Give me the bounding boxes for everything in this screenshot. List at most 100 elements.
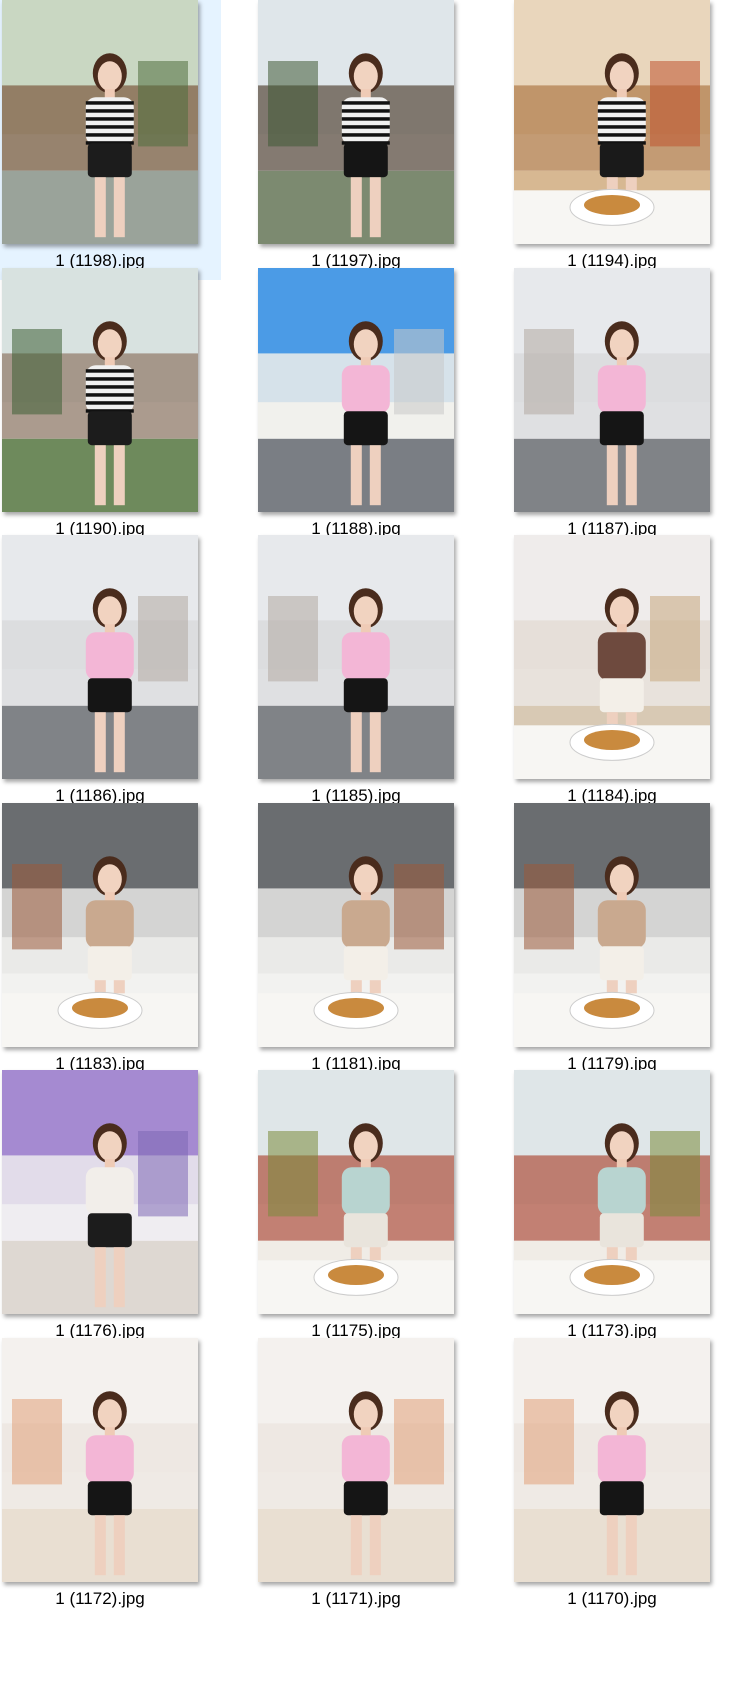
- person-leg: [606, 444, 618, 505]
- photo-preview: [514, 1070, 710, 1314]
- photo-scenery: [268, 1131, 318, 1217]
- food: [328, 997, 384, 1018]
- person-top: [341, 1434, 390, 1483]
- person-face: [97, 1131, 122, 1162]
- file-tile[interactable]: 1 (1185).jpg: [256, 535, 493, 815]
- person-leg: [625, 444, 637, 505]
- top-stripe: [85, 133, 134, 137]
- image-thumbnail[interactable]: [514, 802, 710, 1047]
- person-top: [341, 364, 390, 413]
- file-tile[interactable]: 1 (1172).jpg: [0, 1337, 237, 1618]
- file-tile[interactable]: 1 (1194).jpg: [512, 0, 749, 280]
- person-face: [97, 61, 122, 92]
- photo-scenery: [650, 596, 700, 682]
- person-leg: [350, 1514, 362, 1575]
- person-face: [353, 61, 378, 92]
- person-leg: [94, 1514, 106, 1575]
- person-face: [609, 61, 634, 92]
- photo-preview: [514, 535, 710, 779]
- photo-scenery: [138, 1131, 188, 1217]
- image-thumbnail[interactable]: [2, 267, 198, 512]
- photo-scenery: [524, 328, 574, 414]
- file-tile[interactable]: 1 (1171).jpg: [256, 1337, 493, 1618]
- person-face: [97, 596, 122, 627]
- file-tile[interactable]: 1 (1175).jpg: [256, 1070, 493, 1350]
- image-thumbnail[interactable]: [258, 1337, 454, 1582]
- food: [584, 997, 640, 1018]
- file-tile[interactable]: 1 (1188).jpg: [256, 267, 493, 548]
- person-face: [353, 328, 378, 359]
- food: [584, 194, 640, 215]
- file-tile[interactable]: 1 (1197).jpg: [256, 0, 493, 280]
- person-leg: [94, 444, 106, 505]
- file-thumbnail-grid: 1 (1198).jpg 1 (1197).jpg 1 (1194).jpg 1 (1…: [0, 0, 754, 1700]
- image-thumbnail[interactable]: [258, 1070, 454, 1314]
- image-thumbnail[interactable]: [514, 1070, 710, 1314]
- image-thumbnail[interactable]: [514, 1337, 710, 1582]
- photo-scenery: [138, 596, 188, 682]
- file-tile[interactable]: 1 (1183).jpg: [0, 802, 237, 1083]
- person-face: [609, 328, 634, 359]
- photo-scenery: [12, 328, 62, 414]
- file-tile[interactable]: 1 (1179).jpg: [512, 802, 749, 1083]
- image-thumbnail[interactable]: [2, 802, 198, 1047]
- top-stripe: [341, 117, 390, 121]
- file-tile[interactable]: 1 (1170).jpg: [512, 1337, 749, 1618]
- image-thumbnail[interactable]: [2, 1070, 198, 1314]
- image-thumbnail[interactable]: [2, 0, 198, 244]
- person-bottom: [87, 143, 132, 178]
- person-bottom: [343, 945, 388, 980]
- top-stripe: [85, 368, 134, 373]
- person-top: [597, 364, 646, 413]
- person-leg: [94, 712, 106, 773]
- image-thumbnail[interactable]: [514, 535, 710, 779]
- photo-scenery: [524, 1398, 574, 1484]
- image-thumbnail[interactable]: [2, 1337, 198, 1582]
- image-thumbnail[interactable]: [258, 802, 454, 1047]
- person-top: [341, 1167, 390, 1216]
- photo-scenery: [524, 863, 574, 949]
- top-stripe: [597, 109, 646, 113]
- image-thumbnail[interactable]: [2, 535, 198, 779]
- file-tile[interactable]: 1 (1190).jpg: [0, 267, 237, 548]
- file-tile[interactable]: 1 (1186).jpg: [0, 535, 237, 815]
- top-stripe: [597, 117, 646, 121]
- photo-scenery: [268, 61, 318, 147]
- photo-preview: [258, 267, 454, 512]
- image-thumbnail[interactable]: [258, 0, 454, 244]
- file-tile[interactable]: 1 (1181).jpg: [256, 802, 493, 1083]
- top-stripe: [341, 125, 390, 129]
- person-top: [597, 1434, 646, 1483]
- photo-preview: [258, 802, 454, 1047]
- file-tile[interactable]: 1 (1184).jpg: [512, 535, 749, 815]
- photo-preview: [2, 1337, 198, 1582]
- top-stripe: [85, 101, 134, 105]
- person-leg: [113, 712, 125, 773]
- person-leg: [94, 177, 106, 238]
- person-face: [353, 863, 378, 894]
- photo-preview: [258, 535, 454, 779]
- image-thumbnail[interactable]: [258, 535, 454, 779]
- person-face: [353, 1131, 378, 1162]
- person-bottom: [599, 945, 644, 980]
- photo-preview: [258, 1070, 454, 1314]
- person-bottom: [87, 678, 132, 713]
- file-tile[interactable]: 1 (1173).jpg: [512, 1070, 749, 1350]
- image-thumbnail[interactable]: [514, 267, 710, 512]
- image-thumbnail[interactable]: [258, 267, 454, 512]
- person-bottom: [343, 1213, 388, 1248]
- file-tile[interactable]: 1 (1176).jpg: [0, 1070, 237, 1350]
- person-face: [97, 1398, 122, 1429]
- file-tile[interactable]: 1 (1187).jpg: [512, 267, 749, 548]
- person-bottom: [87, 410, 132, 445]
- food: [328, 1264, 384, 1285]
- top-stripe: [85, 400, 134, 405]
- person-bottom: [343, 143, 388, 178]
- person-bottom: [599, 143, 644, 178]
- image-thumbnail[interactable]: [514, 0, 710, 244]
- photo-preview: [514, 802, 710, 1047]
- person-face: [609, 863, 634, 894]
- photo-preview: [2, 1070, 198, 1314]
- file-tile[interactable]: 1 (1198).jpg: [0, 0, 221, 280]
- file-name-label: 1 (1171).jpg: [311, 1588, 401, 1608]
